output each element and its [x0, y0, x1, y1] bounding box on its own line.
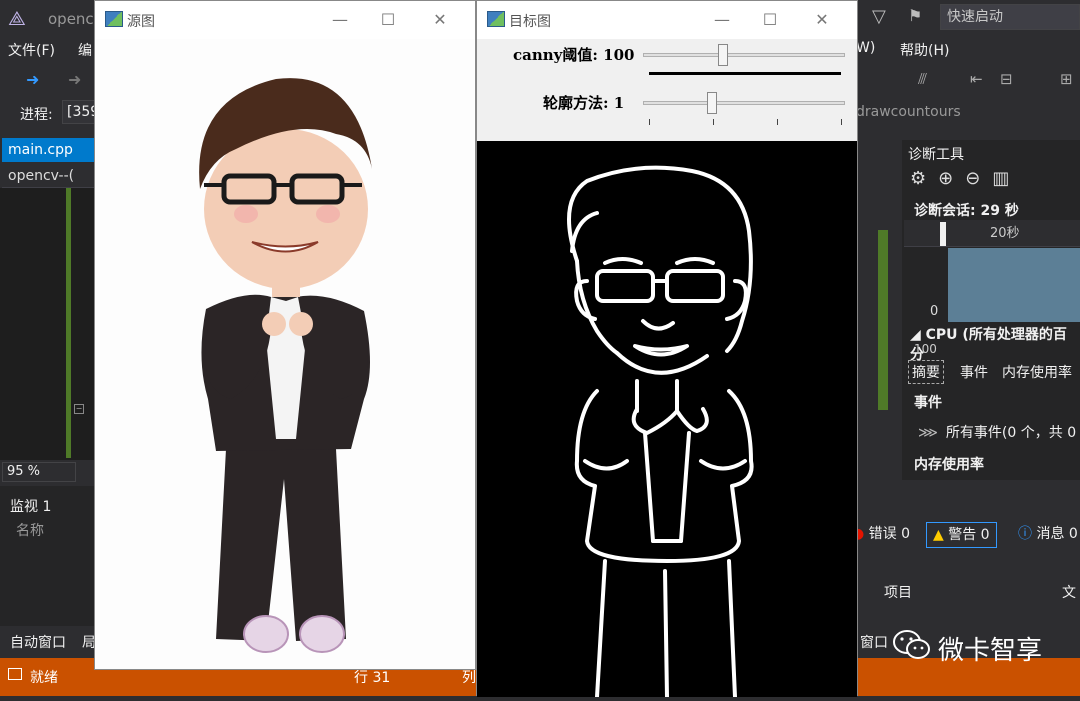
filter-icon[interactable]: ▽: [872, 6, 886, 27]
menu-file[interactable]: 文件(F): [8, 40, 55, 60]
timeline-marker[interactable]: [940, 222, 946, 246]
errors-label: 错误 0: [868, 526, 911, 542]
watermark-text: 微卡智享: [938, 636, 1043, 666]
contour-tick-2: [777, 119, 778, 125]
contour-tick-0: [649, 119, 650, 125]
maximize-button[interactable]: ☐: [373, 7, 403, 33]
diagnostic-session-time: 诊断会话: 29 秒: [914, 203, 1019, 219]
wechat-logo-icon: [893, 630, 930, 659]
source-window-titlebar[interactable]: 源图 — ☐ ✕: [95, 1, 475, 39]
canny-threshold-thumb[interactable]: [718, 44, 729, 66]
close-button[interactable]: ✕: [807, 7, 837, 33]
column-file[interactable]: 文: [1062, 582, 1076, 602]
events-icon: ⋙: [918, 425, 938, 441]
trackbar-panel: canny阈值: 100 轮廓方法: 1: [477, 39, 857, 141]
events-row[interactable]: ⋙ 所有事件(0 个，共 0: [918, 422, 1076, 442]
maximize-button[interactable]: ☐: [755, 7, 785, 33]
events-header: 事件: [914, 395, 942, 411]
minimize-button[interactable]: —: [707, 7, 737, 33]
info-icon: ⓘ: [1018, 526, 1032, 542]
tab-events[interactable]: 事件: [960, 362, 988, 382]
warning-icon: ▲: [933, 527, 944, 543]
contour-tick-3: [841, 119, 842, 125]
tab-output-window[interactable]: 窗口: [860, 632, 888, 652]
process-memory-chart: [948, 248, 1080, 322]
visual-studio-logo-icon[interactable]: ⟁: [8, 6, 34, 30]
minimize-button[interactable]: —: [325, 7, 355, 33]
contour-output-canvas: [477, 141, 857, 699]
account-icon[interactable]: ⚑: [908, 6, 922, 25]
image-window-icon: [105, 11, 123, 27]
toolbar-more-icon[interactable]: ⊞: [1060, 70, 1073, 88]
chart-icon[interactable]: ▥: [992, 168, 1021, 189]
quick-launch-input[interactable]: 快速启动: [940, 4, 1080, 30]
settings-gear-icon[interactable]: ⚙: [910, 168, 938, 189]
image-window-icon: [487, 11, 505, 27]
toolbar-bookmark-icon[interactable]: ⊟: [1000, 70, 1013, 88]
memory-usage-header: 内存使用率: [914, 457, 984, 473]
diagnostic-toolbar: ⚙⊕⊖▥: [910, 168, 1021, 189]
contour-method-label: 轮廓方法: 1: [543, 94, 625, 112]
contour-method-track[interactable]: [643, 101, 845, 105]
menu-edit[interactable]: 编: [78, 40, 92, 60]
column-project[interactable]: 项目: [884, 582, 912, 602]
events-row-label: 所有事件(0 个，共 0: [945, 425, 1077, 441]
menu-window[interactable]: W): [856, 40, 875, 56]
status-output-icon: [8, 668, 22, 680]
close-button[interactable]: ✕: [425, 7, 455, 33]
cartoon-man-image: [199, 78, 372, 653]
forward-icon[interactable]: ➜: [68, 70, 81, 89]
function-dropdown[interactable]: drawcountours: [856, 104, 961, 120]
warnings-filter-button[interactable]: ▲ 警告 0: [926, 522, 997, 548]
source-image-canvas: [96, 39, 474, 669]
watch-column-name: 名称: [16, 523, 44, 539]
contour-outline-image: [567, 165, 754, 699]
timeline-label: 20秒: [990, 226, 1020, 241]
status-line: 行 31: [354, 670, 391, 686]
target-window-title: 目标图: [509, 14, 551, 30]
canny-threshold-label: canny阈值: 100: [513, 46, 635, 64]
zoom-in-icon[interactable]: ⊕: [938, 168, 965, 189]
diagnostic-tools-title: 诊断工具: [908, 147, 964, 163]
tab-project-nav[interactable]: opencv--(: [2, 164, 96, 188]
tab-memory-usage[interactable]: 内存使用率: [1002, 362, 1072, 382]
zoom-dropdown[interactable]: 95 %: [2, 462, 76, 482]
watch-title[interactable]: 监视 1: [10, 496, 51, 516]
zoom-out-icon[interactable]: ⊖: [965, 168, 992, 189]
change-marker-gutter: [66, 188, 71, 458]
menu-help[interactable]: 帮助(H): [900, 40, 949, 60]
chart-axis-zero: 0: [930, 304, 939, 319]
contour-tick-1: [713, 119, 714, 125]
code-editor[interactable]: [0, 188, 96, 460]
tab-summary[interactable]: 摘要: [908, 360, 944, 384]
toolbar-indent-icon[interactable]: ⇤: [970, 70, 983, 88]
editor-scrollbar-thumb[interactable]: [878, 230, 888, 410]
collapse-icon[interactable]: −: [74, 404, 84, 414]
target-window-titlebar[interactable]: 目标图 — ☐ ✕: [477, 1, 857, 39]
source-image-window[interactable]: 源图 — ☐ ✕: [94, 0, 476, 670]
toolbar-format-icon[interactable]: ⫻: [918, 70, 927, 88]
contour-method-thumb[interactable]: [707, 92, 717, 114]
tab-main-cpp[interactable]: main.cpp: [2, 138, 96, 162]
messages-filter-button[interactable]: ⓘ 消息 0: [1018, 522, 1078, 546]
back-icon[interactable]: ➜: [26, 70, 39, 89]
canny-threshold-baseline: [649, 72, 841, 75]
canny-threshold-track[interactable]: [643, 53, 845, 57]
cpu-axis-max: 100: [914, 342, 937, 354]
target-image-window[interactable]: 目标图 — ☐ ✕ canny阈值: 100 轮廓方法: 1: [476, 0, 858, 699]
status-column: 列: [462, 670, 476, 686]
tab-autos[interactable]: 自动窗口: [10, 632, 66, 652]
source-window-title: 源图: [127, 14, 155, 30]
process-label: 进程:: [20, 107, 53, 123]
messages-label: 消息 0: [1036, 526, 1078, 542]
warnings-label: 警告 0: [948, 527, 990, 543]
errors-filter-button[interactable]: ● 错误 0: [852, 522, 910, 546]
status-ready: 就绪: [30, 670, 58, 686]
